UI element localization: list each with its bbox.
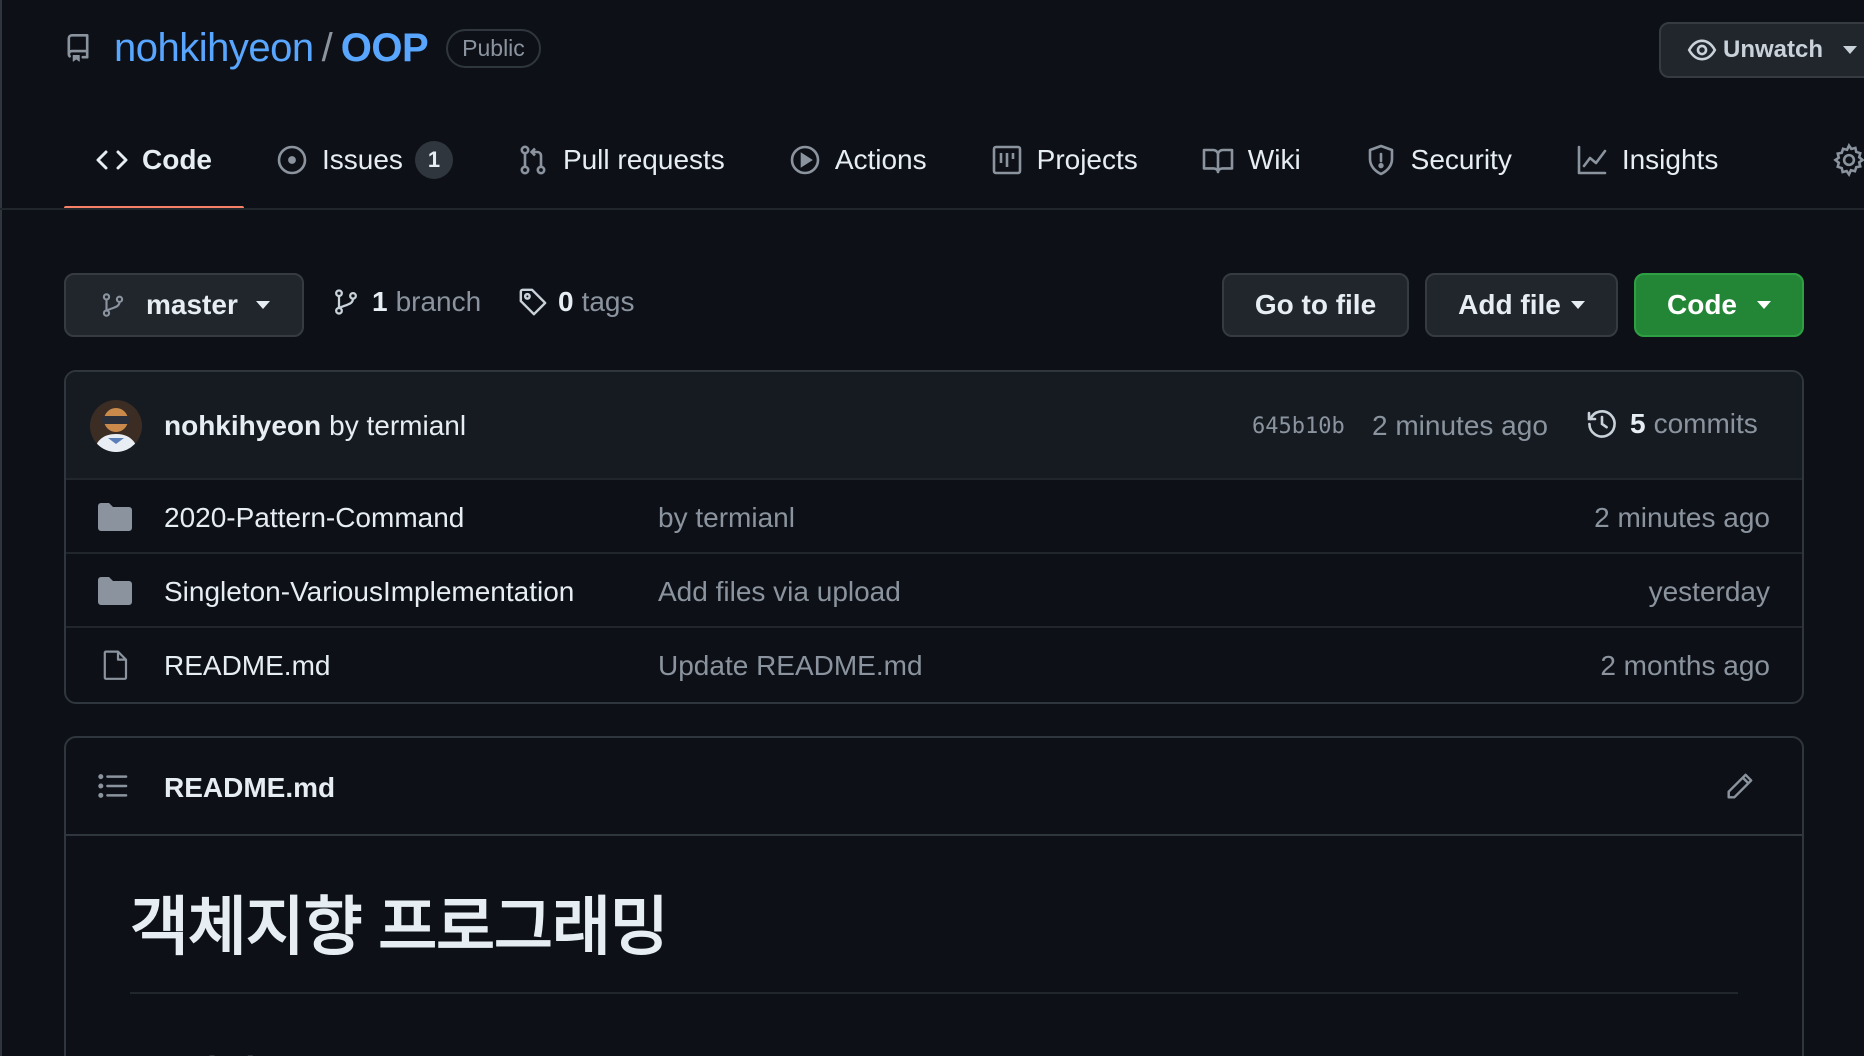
chevron-down-icon	[1570, 301, 1585, 309]
file-icon	[98, 650, 132, 680]
file-name-link[interactable]: README.md	[164, 650, 330, 682]
tab-insights[interactable]: Insights	[1544, 130, 1751, 190]
tab-label: Actions	[834, 144, 927, 175]
tab-label: Security	[1410, 144, 1512, 175]
file-commit-time: 2 minutes ago	[1594, 502, 1770, 533]
commit-message: nohkihyeon by termianl	[164, 410, 466, 442]
repo-tabs: Code Issues 1 Pull requests Actions Proj…	[64, 130, 1750, 210]
commit-time: 2 minutes ago	[1372, 410, 1548, 441]
git-branch-icon	[100, 290, 126, 320]
readme-heading-1: 객체지향 프로그래밍	[130, 876, 1738, 994]
commit-author-link[interactable]: nohkihyeon	[164, 410, 321, 441]
repo-header: nohkihyeon / OOP Public	[64, 26, 541, 70]
branch-word: branch	[395, 286, 482, 317]
graph-icon	[1576, 144, 1608, 176]
add-file-label: Add file	[1458, 289, 1561, 320]
list-unordered-icon[interactable]	[98, 772, 128, 800]
readme-panel: README.md 객체지향 프로그래밍 1. 역사	[64, 736, 1804, 1056]
file-commit-time: 2 months ago	[1600, 650, 1770, 681]
commit-by-text: by termianl	[329, 410, 467, 441]
pencil-icon[interactable]	[1724, 772, 1754, 802]
book-icon	[1202, 144, 1234, 176]
git-pull-request-icon	[517, 144, 549, 176]
tab-label: Projects	[1036, 144, 1138, 175]
table-icon	[991, 144, 1023, 176]
tab-projects[interactable]: Projects	[959, 130, 1170, 190]
gear-icon	[1832, 143, 1864, 177]
file-commit-time: yesterday	[1648, 576, 1770, 607]
branches-link[interactable]: 1 branch	[332, 286, 481, 318]
chevron-down-icon	[1843, 46, 1858, 54]
code-icon	[96, 144, 128, 176]
go-to-file-button[interactable]: Go to file	[1222, 273, 1409, 337]
chevron-down-icon	[255, 301, 270, 309]
git-branch-icon	[332, 287, 360, 317]
readme-heading-2: 1. 역사	[130, 1042, 1738, 1056]
unwatch-label: Unwatch	[1723, 36, 1824, 63]
issue-opened-icon	[276, 144, 308, 176]
readme-header: README.md	[66, 738, 1802, 836]
tab-actions[interactable]: Actions	[757, 130, 959, 190]
go-to-file-label: Go to file	[1254, 289, 1377, 320]
chevron-down-icon	[1757, 301, 1771, 309]
tabs-divider	[0, 208, 1864, 210]
tab-code[interactable]: Code	[64, 130, 244, 210]
repo-icon	[64, 33, 92, 63]
file-commit-message[interactable]: Add files via upload	[658, 576, 901, 608]
repo-name-link[interactable]: OOP	[341, 26, 429, 71]
play-icon	[789, 144, 821, 176]
commit-word: commits	[1653, 408, 1758, 439]
readme-content: 객체지향 프로그래밍 1. 역사	[66, 836, 1802, 1056]
file-row[interactable]: 2020-Pattern-Command by termianl 2 minut…	[66, 480, 1802, 554]
file-browser: nohkihyeon by termianl 645b10b 2 minutes …	[64, 370, 1804, 704]
repo-owner-link[interactable]: nohkihyeon	[114, 26, 314, 71]
tab-wiki[interactable]: Wiki	[1170, 130, 1333, 190]
add-file-button[interactable]: Add file	[1425, 273, 1618, 337]
readme-title-link[interactable]: README.md	[164, 772, 335, 804]
commit-history-link[interactable]: 5 commits	[1586, 408, 1758, 440]
tag-word: tags	[581, 286, 635, 317]
shield-icon	[1365, 144, 1397, 176]
window-left-border	[0, 0, 2, 1056]
code-dropdown-button[interactable]: Code	[1634, 273, 1804, 337]
latest-commit-row: nohkihyeon by termianl 645b10b 2 minutes …	[66, 372, 1802, 480]
code-button-label: Code	[1667, 289, 1737, 320]
tab-label: Pull requests	[562, 144, 725, 175]
tag-icon	[518, 287, 547, 317]
file-commit-message[interactable]: Update README.md	[658, 650, 923, 682]
tab-label: Code	[142, 144, 212, 175]
eye-icon	[1687, 39, 1717, 61]
tab-issues[interactable]: Issues 1	[244, 130, 485, 190]
file-commit-message[interactable]: by termianl	[658, 502, 795, 534]
tags-link[interactable]: 0 tags	[518, 286, 635, 318]
tab-label: Issues	[322, 144, 403, 175]
unwatch-button[interactable]: Unwatch	[1659, 22, 1864, 78]
folder-icon	[98, 576, 132, 606]
tag-count: 0	[558, 286, 574, 317]
tab-settings[interactable]	[1832, 143, 1864, 177]
repo-path-separator: /	[321, 25, 333, 70]
tab-label: Insights	[1621, 144, 1719, 175]
branch-count: 1	[372, 286, 388, 317]
tab-label: Wiki	[1247, 144, 1301, 175]
file-row[interactable]: Singleton-VariousImplementation Add file…	[66, 554, 1802, 628]
folder-icon	[98, 502, 132, 532]
file-name-link[interactable]: Singleton-VariousImplementation	[164, 576, 574, 608]
tab-pull-requests[interactable]: Pull requests	[485, 130, 757, 190]
issues-count-badge: 1	[414, 141, 453, 179]
branch-select-button[interactable]: master	[64, 273, 304, 337]
file-name-link[interactable]: 2020-Pattern-Command	[164, 502, 464, 534]
tab-security[interactable]: Security	[1333, 130, 1544, 190]
commit-count: 5	[1630, 408, 1646, 439]
branch-name: master	[146, 289, 238, 320]
visibility-badge: Public	[446, 28, 541, 68]
avatar[interactable]	[90, 400, 142, 452]
file-row[interactable]: README.md Update README.md 2 months ago	[66, 628, 1802, 702]
history-icon	[1586, 408, 1618, 440]
commit-sha-link[interactable]: 645b10b	[1252, 414, 1345, 439]
